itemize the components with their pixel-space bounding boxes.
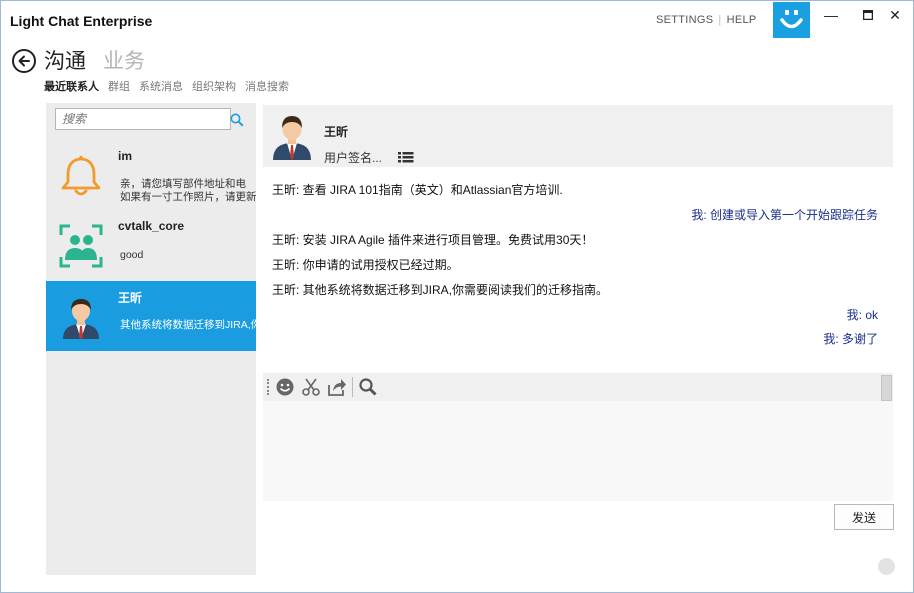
message-incoming: 王昕: 其他系统将数据迁移到JIRA,你需要阅读我们的迁移指南。 [272,283,609,297]
title-bar: Light Chat Enterprise SETTINGS | HELP — ✕ [1,1,913,41]
maximize-icon [862,9,874,21]
list-icon[interactable] [398,151,414,163]
status-indicator [878,558,895,575]
contact-list-panel: im 亲，请您填写部件地址和电 如果有一寸工作照片，请更新 cvtalk_cor… [46,103,256,575]
top-links: SETTINGS | HELP [656,14,757,26]
contact-preview: 如果有一寸工作照片，请更新 [120,191,256,203]
search-icon[interactable] [230,113,244,127]
message-input[interactable] [263,401,893,501]
tab-message-search[interactable]: 消息搜索 [245,81,289,93]
input-scrollbar[interactable] [881,375,892,401]
contact-name: cvtalk_core [118,219,185,233]
back-button[interactable] [12,49,36,73]
arrow-left-icon [18,55,30,67]
contact-item-wang-xin[interactable]: 王昕 其他系统将数据迁移到JIRA,你 [46,281,256,351]
smiley-logo-icon [773,2,810,38]
message-outgoing: 我: 创建或导入第一个开始跟踪任务 [691,208,878,222]
search-icon[interactable] [358,377,378,397]
message-outgoing: 我: ok [846,308,878,322]
contact-preview: 亲，请您填写部件地址和电 [120,178,246,190]
app-window: Light Chat Enterprise SETTINGS | HELP — ✕ … [0,0,914,593]
message-outgoing: 我: 多谢了 [823,332,878,346]
message-incoming: 王昕: 你申请的试用授权已经过期。 [272,258,459,272]
message-list: 王昕: 查看 JIRA 101指南（英文）和Atlassian官方培训. 我: … [263,171,893,371]
nav-business[interactable]: 业务 [103,45,145,75]
message-incoming: 王昕: 查看 JIRA 101指南（英文）和Atlassian官方培训. [272,183,563,197]
contact-preview: good [120,249,144,261]
group-icon [59,224,103,268]
settings-link[interactable]: SETTINGS [656,14,713,26]
tab-groups[interactable]: 群组 [108,81,130,93]
message-incoming: 王昕: 安装 JIRA Agile 插件来进行项目管理。免费试用30天！ [272,233,594,247]
emoji-icon[interactable] [275,377,295,397]
contact-name: im [118,149,133,163]
contact-preview: 其他系统将数据迁移到JIRA,你 [120,319,256,331]
sub-tabs: 最近联系人 群组 系统消息 组织架构 消息搜索 [44,78,298,94]
close-button[interactable]: ✕ [883,5,907,25]
chat-contact-name: 王昕 [324,125,349,139]
contact-name: 王昕 [118,291,143,305]
help-link[interactable]: HELP [727,14,757,26]
tab-org-structure[interactable]: 组织架构 [192,81,236,93]
person-avatar-icon [63,299,99,339]
toolbar-grip [267,379,269,395]
search-input[interactable] [55,108,231,130]
chat-header: 王昕 用户签名... [263,105,893,167]
person-avatar-icon [273,116,311,160]
share-icon[interactable] [327,377,347,397]
bell-icon [61,155,101,196]
tab-recent-contacts[interactable]: 最近联系人 [44,81,99,93]
tab-system-messages[interactable]: 系统消息 [139,81,183,93]
contact-item-im[interactable]: im 亲，请您填写部件地址和电 如果有一寸工作照片，请更新 [46,141,256,211]
send-button[interactable]: 发送 [834,504,894,530]
toolbar-divider [352,377,353,397]
minimize-button[interactable]: — [819,5,843,25]
app-title: Light Chat Enterprise [10,13,153,29]
chat-contact-signature: 用户签名... [324,151,383,165]
contact-item-cvtalk-core[interactable]: cvtalk_core good [46,211,256,281]
scissors-icon[interactable] [301,377,321,397]
maximize-button[interactable] [856,5,880,25]
nav-communication[interactable]: 沟通 [44,45,86,75]
input-toolbar [263,373,893,401]
